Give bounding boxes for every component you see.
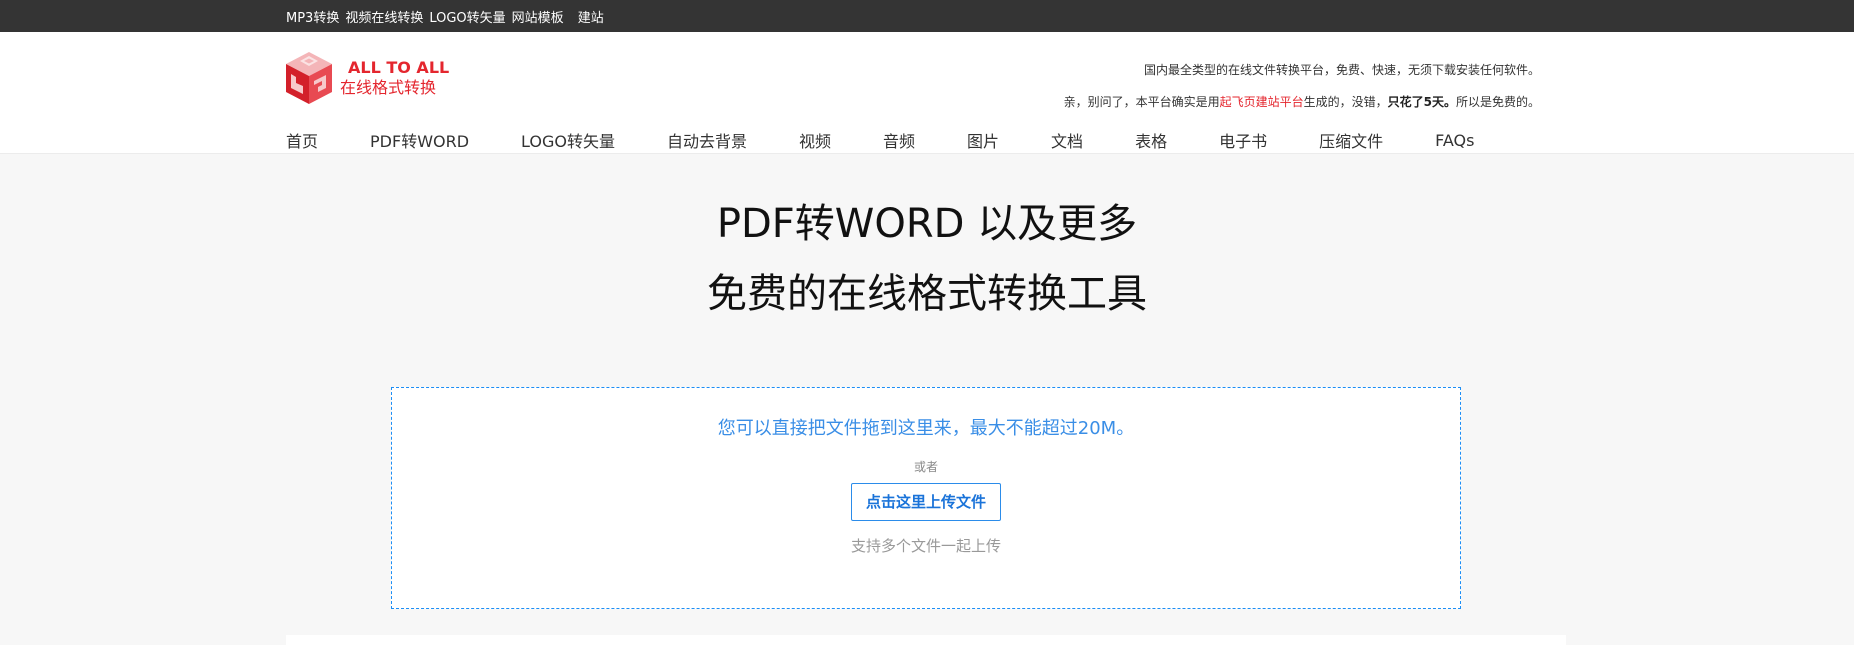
nav-item-video[interactable]: 视频 [799, 128, 831, 152]
top-link-build-site[interactable]: 建站 [578, 7, 604, 26]
nav-item-spreadsheet[interactable]: 表格 [1135, 128, 1167, 152]
slogan-suffix: 所以是免费的。 [1455, 95, 1540, 109]
logo-title: ALL TO ALL [348, 58, 450, 77]
nav-item-audio[interactable]: 音频 [883, 128, 915, 152]
nav-item-image[interactable]: 图片 [967, 128, 999, 152]
nav-item-faqs[interactable]: FAQs [1435, 131, 1474, 150]
hero-subtitle: 免费的在线格式转换工具 [707, 271, 1147, 317]
file-drop-zone[interactable]: 您可以直接把文件拖到这里来，最大不能超过20M。 或者 点击这里上传文件 支持多… [391, 387, 1461, 609]
content-panel [286, 635, 1566, 645]
top-bar: MP3转换 视频在线转换 LOGO转矢量 网站模板 建站 [0, 0, 1854, 32]
slogan-line-1: 国内最全类型的在线文件转换平台，免费、快速，无须下载安装任何软件。 [1143, 63, 1540, 77]
nav-item-logo-vector[interactable]: LOGO转矢量 [521, 128, 615, 152]
site-logo[interactable]: ALL TO ALL 在线格式转换 [284, 50, 449, 106]
hero-title: PDF转WORD 以及更多 [716, 201, 1138, 247]
top-link-video[interactable]: 视频在线转换 [345, 7, 423, 26]
slogan-highlight: 只花了5天。 [1387, 95, 1456, 109]
nav-item-home[interactable]: 首页 [286, 128, 318, 152]
top-link-logo[interactable]: LOGO转矢量 [429, 7, 505, 26]
drop-instructions: 您可以直接把文件拖到这里来，最大不能超过20M。 [717, 418, 1135, 439]
nav-item-archive[interactable]: 压缩文件 [1319, 128, 1383, 152]
main-nav: 首页 PDF转WORD LOGO转矢量 自动去背景 视频 音频 图片 文档 表格… [286, 126, 1526, 154]
slogan-line-2: 亲，别问了，本平台确实是用起飞页建站平台生成的，没错，只花了5天。所以是免费的。 [1064, 86, 1540, 118]
nav-item-remove-bg[interactable]: 自动去背景 [667, 128, 747, 152]
top-link-templates[interactable]: 网站模板 [512, 7, 564, 26]
nav-item-document[interactable]: 文档 [1051, 128, 1083, 152]
multi-upload-hint: 支持多个文件一起上传 [850, 537, 1001, 555]
upload-file-button[interactable]: 点击这里上传文件 [850, 483, 1001, 521]
top-links: MP3转换 视频在线转换 LOGO转矢量 网站模板 建站 [286, 0, 610, 32]
or-separator: 或者 [913, 460, 938, 474]
top-link-mp3[interactable]: MP3转换 [286, 7, 339, 26]
qifeiye-link[interactable]: 起飞页建站平台 [1220, 95, 1304, 109]
cube-logo-icon [286, 52, 332, 104]
nav-item-ebook[interactable]: 电子书 [1219, 128, 1267, 152]
slogan-middle: 生成的，没错， [1303, 95, 1388, 109]
header-slogan: 国内最全类型的在线文件转换平台，免费、快速，无须下载安装任何软件。 亲，别问了，… [1064, 54, 1540, 118]
logo-subtitle: 在线格式转换 [340, 78, 437, 97]
slogan-prefix: 亲，别问了，本平台确实是用 [1063, 95, 1220, 109]
hero-section: PDF转WORD 以及更多 免费的在线格式转换工具 [0, 200, 1854, 318]
nav-item-pdf-to-word[interactable]: PDF转WORD [370, 128, 469, 152]
site-header: ALL TO ALL 在线格式转换 国内最全类型的在线文件转换平台，免费、快速，… [0, 32, 1854, 154]
